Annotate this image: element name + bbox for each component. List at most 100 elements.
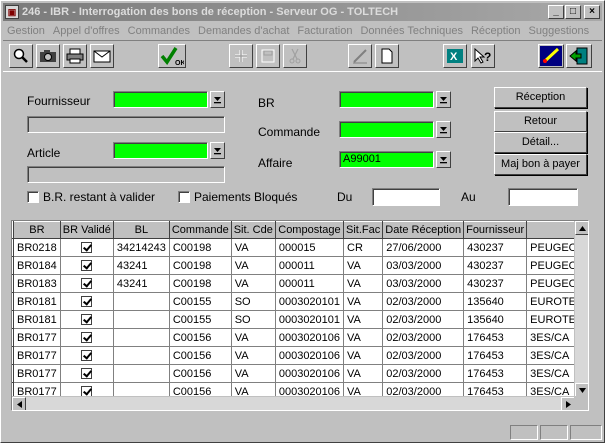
column-header[interactable]: BL xyxy=(112,221,170,239)
table-cell[interactable]: BR0181 xyxy=(13,310,61,329)
table-cell[interactable]: VA xyxy=(231,364,276,383)
table-cell[interactable]: C00198 xyxy=(169,274,232,293)
vertical-scrollbar[interactable] xyxy=(574,221,588,397)
table-cell[interactable]: VA xyxy=(231,256,276,275)
table-cell[interactable]: SO xyxy=(231,310,276,329)
br-input[interactable] xyxy=(339,91,434,108)
menu-suggestions[interactable]: Suggestions xyxy=(525,25,594,37)
checked-checkbox-icon[interactable] xyxy=(81,260,93,272)
table-row[interactable]: BR0181 C00155 SO 0003020101 VA 02/03/2000 1356… xyxy=(12,292,588,311)
table-cell[interactable]: VA xyxy=(343,328,384,347)
maj-bon-a-payer-button[interactable]: Maj bon à payer xyxy=(494,154,587,175)
table-cell[interactable]: 000015 xyxy=(275,238,345,257)
checked-checkbox-icon[interactable] xyxy=(81,332,93,344)
help-button[interactable]: ? xyxy=(471,44,495,68)
horizontal-scrollbar[interactable] xyxy=(12,396,575,410)
table-cell[interactable]: 176453 xyxy=(463,364,528,383)
br-valide-cell[interactable] xyxy=(60,346,114,365)
table-cell[interactable]: 03/03/2000 xyxy=(382,256,465,275)
table-cell[interactable] xyxy=(113,292,170,311)
table-cell[interactable]: C00155 xyxy=(169,310,232,329)
br-valide-cell[interactable] xyxy=(60,328,114,347)
table-row[interactable]: BR0183 43241 C00198 VA 000011 VA 03/03/2000 430… xyxy=(12,274,588,293)
table-cell[interactable]: VA xyxy=(231,274,276,293)
table-cell[interactable]: 430237 xyxy=(463,256,528,275)
zoom-button[interactable] xyxy=(9,44,33,68)
table-row[interactable]: BR0177 C00156 VA 0003020106 VA 02/03/2000 1764… xyxy=(12,346,588,365)
table-cell[interactable]: 02/03/2000 xyxy=(382,346,465,365)
table-cell[interactable]: 0003020106 xyxy=(275,328,345,347)
article-input[interactable] xyxy=(113,142,208,159)
affaire-dropdown-button[interactable] xyxy=(436,151,451,168)
menu-facturation[interactable]: Facturation xyxy=(293,25,356,37)
table-row[interactable]: BR0177 C00156 VA 0003020106 VA 02/03/2000 1764… xyxy=(12,328,588,347)
column-header[interactable]: Sit.Fac xyxy=(343,221,384,239)
table-cell[interactable]: 135640 xyxy=(463,292,528,311)
table-cell[interactable]: SO xyxy=(231,292,276,311)
article-dropdown-button[interactable] xyxy=(210,142,225,159)
scroll-down-button[interactable] xyxy=(575,383,588,397)
retour-button[interactable]: Retour xyxy=(494,111,587,132)
ok-button[interactable]: OK xyxy=(158,44,186,68)
checked-checkbox-icon[interactable] xyxy=(81,278,93,290)
table-cell[interactable]: VA xyxy=(231,238,276,257)
menu-commandes[interactable]: Commandes xyxy=(124,25,194,37)
table-cell[interactable]: VA xyxy=(343,256,384,275)
menu-reception[interactable]: Réception xyxy=(467,25,525,37)
checked-checkbox-icon[interactable] xyxy=(81,296,93,308)
table-cell[interactable]: 000011 xyxy=(275,256,345,275)
table-cell[interactable]: 430237 xyxy=(463,274,528,293)
column-header[interactable]: Fournisseur xyxy=(463,221,528,239)
fournisseur-dropdown-button[interactable] xyxy=(210,91,225,108)
table-cell[interactable]: 176453 xyxy=(463,346,528,365)
table-cell[interactable]: VA xyxy=(343,274,384,293)
table-cell[interactable]: C00155 xyxy=(169,292,232,311)
table-cell[interactable]: 27/06/2000 xyxy=(382,238,465,257)
table-cell[interactable]: BR0177 xyxy=(13,328,61,347)
table-cell[interactable]: 02/03/2000 xyxy=(382,292,465,311)
column-header[interactable]: BR Validé xyxy=(59,221,114,239)
new-page-button[interactable] xyxy=(375,44,399,68)
table-cell[interactable]: BR0177 xyxy=(13,364,61,383)
table-cell[interactable]: BR0184 xyxy=(13,256,61,275)
table-cell[interactable] xyxy=(113,364,170,383)
add-button[interactable] xyxy=(229,44,253,68)
br-valide-cell[interactable] xyxy=(60,274,114,293)
camera-button[interactable] xyxy=(36,44,60,68)
column-header[interactable]: Date Réception xyxy=(382,221,465,239)
title-bar[interactable]: ▣ 246 - IBR - Interrogation des bons de … xyxy=(3,3,602,21)
checked-checkbox-icon[interactable] xyxy=(81,350,93,362)
table-cell[interactable]: VA xyxy=(231,328,276,347)
column-header[interactable]: Compostage xyxy=(274,221,345,239)
table-cell[interactable]: 02/03/2000 xyxy=(382,310,465,329)
minimize-button[interactable]: _ xyxy=(548,5,564,19)
br-valide-cell[interactable] xyxy=(60,238,114,257)
table-cell[interactable]: 0003020106 xyxy=(275,346,345,365)
table-cell[interactable]: C00156 xyxy=(169,346,232,365)
table-cell[interactable]: VA xyxy=(343,292,384,311)
commande-input[interactable] xyxy=(339,121,434,138)
table-cell[interactable]: 0003020101 xyxy=(275,310,345,329)
table-cell[interactable]: BR0218 xyxy=(13,238,61,257)
menu-donnees-techniques[interactable]: Données Techniques xyxy=(356,25,467,37)
table-cell[interactable]: BR0181 xyxy=(13,292,61,311)
table-cell[interactable] xyxy=(113,328,170,347)
table-cell[interactable]: 0003020101 xyxy=(275,292,345,311)
maximize-button[interactable]: □ xyxy=(565,5,581,19)
detail-button[interactable]: Détail... xyxy=(494,132,587,153)
exit-button[interactable] xyxy=(566,44,592,68)
table-cell[interactable] xyxy=(113,346,170,365)
cut-button[interactable] xyxy=(283,44,307,68)
br-dropdown-button[interactable] xyxy=(436,91,451,108)
column-header[interactable]: Commande xyxy=(168,221,232,239)
reception-grid[interactable]: BR BR Validé BL Commande Sit. Cde Compos… xyxy=(11,220,589,411)
table-cell[interactable]: VA xyxy=(231,346,276,365)
table-cell[interactable]: 000011 xyxy=(275,274,345,293)
table-cell[interactable]: 0003020106 xyxy=(275,364,345,383)
table-row[interactable]: BR0181 C00155 SO 0003020101 VA 02/03/2000 1356… xyxy=(12,310,588,329)
checked-checkbox-icon[interactable] xyxy=(81,368,93,380)
fournisseur-input[interactable] xyxy=(113,91,208,108)
table-cell[interactable] xyxy=(113,310,170,329)
commande-dropdown-button[interactable] xyxy=(436,121,451,138)
mail-button[interactable] xyxy=(90,44,114,68)
